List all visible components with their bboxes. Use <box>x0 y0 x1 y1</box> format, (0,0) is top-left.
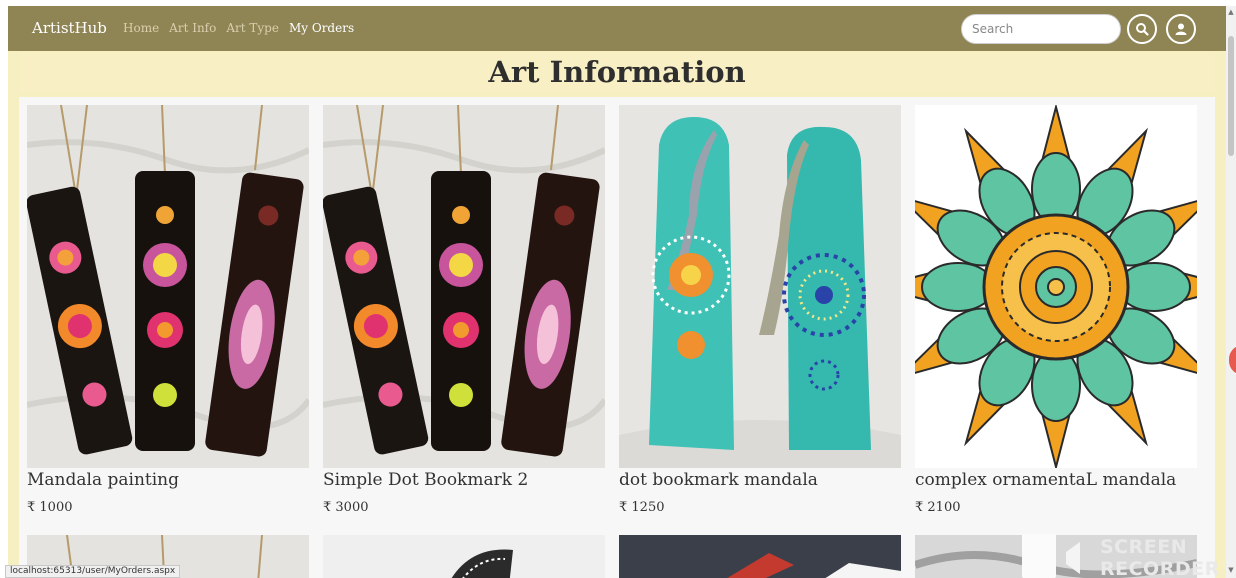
nav-link-my-orders[interactable]: My Orders <box>289 21 354 35</box>
nav-link-art-info[interactable]: Art Info <box>169 21 216 35</box>
title-bar: Art Information <box>19 52 1215 92</box>
recorder-text: SCREEN RECORDER <box>1100 536 1220 578</box>
product-image[interactable] <box>323 105 605 468</box>
product-card[interactable]: complex ornamentaL mandala ₹ 2100 <box>915 105 1197 515</box>
product-name[interactable]: Simple Dot Bookmark 2 <box>323 470 605 490</box>
product-price: ₹ 3000 <box>323 500 369 515</box>
product-image-partial[interactable] <box>619 535 901 578</box>
user-icon <box>1175 23 1187 35</box>
page: ArtistHub Home Art Info Art Type My Orde… <box>8 6 1226 578</box>
recorder-line-2: RECORDER <box>1100 558 1220 578</box>
product-price: ₹ 1000 <box>27 500 73 515</box>
product-price: ₹ 1250 <box>619 500 665 515</box>
user-button[interactable] <box>1166 14 1196 44</box>
recorder-camera-icon <box>1066 542 1080 574</box>
product-card[interactable]: Simple Dot Bookmark 2 ₹ 3000 <box>323 105 605 515</box>
product-image-partial[interactable] <box>323 535 605 578</box>
product-card[interactable]: Mandala painting ₹ 1000 <box>27 105 309 515</box>
product-name[interactable]: complex ornamentaL mandala <box>915 470 1197 490</box>
nav-links: Home Art Info Art Type My Orders <box>123 21 354 35</box>
search-input[interactable] <box>961 14 1121 44</box>
product-card[interactable]: dot bookmark mandala ₹ 1250 <box>619 105 901 515</box>
scroll-thumb[interactable] <box>1228 36 1234 156</box>
scroll-down-icon[interactable]: ▼ <box>1227 566 1235 574</box>
scrollbar[interactable]: ▲ ▼ <box>1226 6 1236 578</box>
product-name[interactable]: dot bookmark mandala <box>619 470 901 490</box>
product-grid: Mandala painting ₹ 1000 Simple Dot Bookm… <box>19 97 1215 578</box>
search-button[interactable] <box>1127 14 1157 44</box>
nav-link-art-type[interactable]: Art Type <box>226 21 279 35</box>
recorder-line-1: SCREEN <box>1100 536 1188 558</box>
product-image[interactable] <box>915 105 1197 468</box>
product-name[interactable]: Mandala painting <box>27 470 309 490</box>
product-image[interactable] <box>619 105 901 468</box>
scroll-up-icon[interactable]: ▲ <box>1227 8 1235 16</box>
product-image[interactable] <box>27 105 309 468</box>
page-title: Art Information <box>488 55 746 89</box>
search-icon <box>1136 23 1149 36</box>
status-bar-url: localhost:65313/user/MyOrders.aspx <box>5 565 181 578</box>
recorder-doc-icon <box>1022 534 1056 578</box>
brand-logo[interactable]: ArtistHub <box>32 19 107 37</box>
nav-link-home[interactable]: Home <box>123 21 159 35</box>
recorder-watermark: SCREEN RECORDER <box>1022 532 1219 578</box>
navbar: ArtistHub Home Art Info Art Type My Orde… <box>8 6 1226 51</box>
product-price: ₹ 2100 <box>915 500 961 515</box>
